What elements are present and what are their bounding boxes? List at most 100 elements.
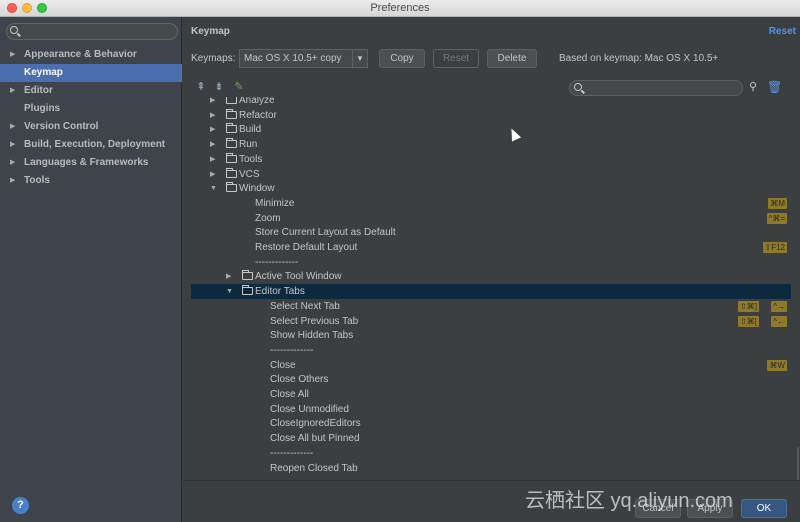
sidebar-item-label: Build, Execution, Deployment — [24, 139, 166, 150]
sidebar-item-label: Version Control — [24, 121, 99, 132]
based-on-label: Based on keymap: Mac OS X 10.5+ — [559, 53, 719, 64]
find-shortcut-icon[interactable]: ⚲ — [749, 80, 761, 93]
folder-icon — [226, 182, 237, 193]
tree-row-label: Zoom — [255, 212, 281, 224]
tree-row-label: Store Current Layout as Default — [255, 227, 396, 239]
chevron-right-icon: ▶ — [10, 177, 16, 184]
tree-row-label: Restore Default Layout — [255, 242, 358, 253]
chevron-down-icon: ▼ — [352, 50, 367, 67]
tree-action-row[interactable]: Show Hidden Tabs — [191, 328, 791, 343]
sidebar-item-appearance-behavior[interactable]: ▶ Appearance & Behavior — [0, 46, 182, 64]
sidebar-item-version-control[interactable]: ▶ Version Control — [0, 118, 182, 136]
keymap-select-value: Mac OS X 10.5+ copy — [244, 53, 342, 64]
tree-separator: ------------- — [191, 446, 791, 461]
chevron-right-icon[interactable]: ▶ — [210, 122, 215, 137]
edit-pencil-icon[interactable]: ✎ — [233, 81, 245, 93]
sidebar-item-label: Languages & Frameworks — [24, 157, 149, 168]
tree-action-row[interactable]: Zoom ^⌘= — [191, 211, 791, 226]
chevron-right-icon[interactable]: ▶ — [226, 269, 231, 284]
tree-row-label: Close Unmodified — [270, 403, 349, 415]
tree-action-row[interactable]: Close Others — [191, 372, 791, 387]
keymap-filter-input[interactable] — [569, 80, 743, 96]
settings-search-input[interactable] — [6, 23, 178, 40]
reset-link[interactable]: Reset — [769, 26, 796, 37]
tree-folder-row[interactable]: ▶ Refactor — [191, 108, 791, 123]
tree-row-label: Run — [239, 139, 258, 151]
settings-sidebar: ▶ Appearance & Behavior Keymap ▶ Editor Plugi… — [0, 17, 182, 522]
tree-folder-row[interactable]: ▶ Active Tool Window — [191, 269, 791, 284]
tree-row-label: Tools — [239, 153, 263, 165]
keymaps-label: Keymaps: — [191, 53, 236, 64]
tree-row-label: ------------- — [255, 256, 299, 268]
tree-row-label: Refactor — [239, 109, 277, 121]
tree-action-row[interactable]: Close All but Pinned — [191, 431, 791, 446]
chevron-down-icon[interactable]: ▼ — [210, 181, 217, 196]
tree-action-row[interactable]: Reopen Closed Tab — [191, 461, 791, 476]
tree-row-label: Active Tool Window — [255, 271, 342, 283]
tree-scrollbar[interactable] — [797, 447, 799, 482]
copy-button[interactable]: Copy — [379, 49, 425, 68]
tree-row-label: Select Next Tab — [270, 300, 340, 312]
tree-action-row[interactable]: Close All — [191, 387, 791, 402]
tree-folder-row[interactable]: ▼ Window — [191, 181, 791, 196]
sidebar-item-keymap[interactable]: Keymap — [0, 64, 182, 82]
tree-row-label: ------------- — [270, 344, 314, 356]
chevron-right-icon[interactable]: ▶ — [210, 167, 215, 182]
chevron-right-icon[interactable]: ▶ — [210, 108, 215, 123]
tree-action-row[interactable]: Select Next Tab ^→ ⇧⌘] — [191, 299, 791, 314]
reset-button[interactable]: Reset — [433, 49, 479, 68]
sidebar-item-label: Tools — [24, 175, 50, 186]
tree-row-label: Close — [270, 359, 296, 371]
chevron-right-icon: ▶ — [10, 87, 16, 94]
actions-tree: ▶ Analyze ▶ Refactor ▶ Build ▶ Run ▶ Tools ▶ VCS ▼ Wi… — [191, 97, 799, 482]
tree-folder-row[interactable]: ▶ Build — [191, 122, 791, 137]
tree-folder-row[interactable]: ▼ Editor Tabs — [191, 284, 791, 300]
shortcut-badge: ⇧⌘[ — [738, 315, 759, 327]
tree-action-row[interactable]: CloseIgnoredEditors — [191, 416, 791, 431]
keymap-select[interactable]: Mac OS X 10.5+ copy ▼ — [239, 49, 368, 68]
chevron-down-icon[interactable]: ▼ — [226, 284, 233, 299]
trash-icon[interactable]: 🗑 — [767, 80, 782, 94]
tree-action-row[interactable]: Close ⌘W — [191, 358, 791, 373]
shortcut-badge: ^→ — [771, 300, 787, 312]
sidebar-item-label: Editor — [24, 85, 53, 96]
delete-button[interactable]: Delete — [487, 49, 537, 68]
tree-row-label: Show Hidden Tabs — [270, 330, 354, 342]
sidebar-item-editor[interactable]: ▶ Editor — [0, 82, 182, 100]
tree-action-row[interactable]: Minimize ⌘M — [191, 196, 791, 211]
tree-folder-row[interactable]: ▶ Analyze — [191, 97, 791, 108]
tree-action-row[interactable]: Restore Default Layout ⇧F12 — [191, 240, 791, 255]
tree-row-label: Select Previous Tab — [270, 315, 359, 327]
tree-action-row[interactable]: Select Previous Tab ^← ⇧⌘[ — [191, 314, 791, 329]
tree-row-label: VCS — [239, 168, 260, 180]
expand-all-icon[interactable]: ⇞ — [195, 81, 207, 93]
tree-folder-row[interactable]: ▶ Run — [191, 137, 791, 152]
tree-row-label: Window — [239, 183, 275, 195]
chevron-right-icon: ▶ — [10, 159, 16, 166]
tree-separator: ------------- — [191, 343, 791, 358]
tree-action-row[interactable]: Close Unmodified — [191, 402, 791, 417]
help-icon[interactable]: ? — [12, 497, 29, 514]
sidebar-item-languages-frameworks[interactable]: ▶ Languages & Frameworks — [0, 154, 182, 172]
search-icon — [10, 26, 18, 34]
folder-icon — [226, 97, 237, 104]
chevron-right-icon[interactable]: ▶ — [210, 97, 215, 108]
collapse-all-icon[interactable]: ⇟ — [213, 81, 225, 93]
tree-folder-row[interactable]: ▶ VCS — [191, 167, 791, 182]
ok-button[interactable]: OK — [741, 499, 787, 518]
tree-row-label: Analyze — [239, 97, 275, 106]
tree-folder-row[interactable]: ▶ Tools — [191, 152, 791, 167]
tree-separator: ------------- — [191, 255, 791, 270]
sidebar-item-build-execution-deployment[interactable]: ▶ Build, Execution, Deployment — [0, 136, 182, 154]
sidebar-item-plugins[interactable]: Plugins — [0, 100, 182, 118]
shortcut-badge: ⇧F12 — [762, 242, 787, 253]
chevron-right-icon[interactable]: ▶ — [210, 152, 215, 167]
folder-icon — [242, 270, 253, 281]
tree-action-row[interactable]: Store Current Layout as Default — [191, 225, 791, 240]
chevron-right-icon[interactable]: ▶ — [210, 137, 215, 152]
page-title: Keymap — [191, 26, 230, 37]
tree-row-label: Close All — [270, 389, 309, 400]
shortcut-badge: ⌘W — [767, 359, 787, 371]
sidebar-item-tools[interactable]: ▶ Tools — [0, 172, 182, 190]
shortcut-badge: ^⌘= — [766, 212, 787, 224]
